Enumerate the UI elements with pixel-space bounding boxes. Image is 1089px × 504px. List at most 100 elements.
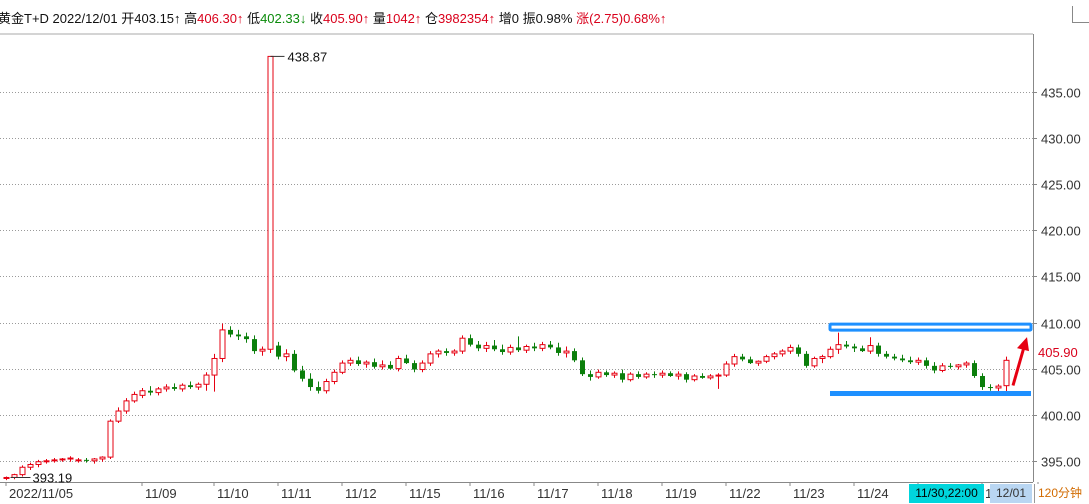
candle-body [244,336,249,340]
candle-body [107,420,114,458]
candle-body [948,365,953,367]
candle-body [172,387,177,389]
candle-body [339,362,346,373]
candle-body [27,463,34,468]
candle-body [11,474,18,478]
y-tick-label: 410.00 [1041,317,1081,332]
candle-body [516,347,521,351]
candle-body [620,373,625,380]
candle-body [331,371,338,383]
candle-body [131,393,138,402]
y-tick-label: 415.00 [1041,270,1081,285]
candle-body [379,364,386,368]
x-tick-label: 2022/11/05 [9,486,73,501]
candle-body [395,357,402,370]
candle-body [188,385,193,388]
candlestick-chart: 438.87 393.19 435.00 430.00 425.00 420.00 415… [0,33,1081,501]
x-tick-label: 11/12 [345,486,377,501]
candle-body [835,344,842,350]
candle-body [412,363,417,370]
min-price-label: 393.19 [33,470,73,485]
support-line [830,391,1031,397]
candle-body [723,363,730,376]
candle-body [195,383,202,388]
candle-body [955,364,962,368]
candle-body [556,347,561,353]
candle-body [796,347,801,354]
candle-body [595,371,602,378]
candle-body [876,345,881,354]
candle-body [963,362,970,366]
candle-body [684,374,689,380]
candle-body [67,457,74,460]
candle-body [995,385,1002,389]
candle-body [636,374,641,377]
candle-body [483,345,490,349]
x-tick-label: 11/16 [473,486,505,501]
last-price-tag: 405.90 [1038,344,1089,362]
candle-body [1003,359,1010,387]
candle-body [988,387,993,389]
candle-body [308,378,313,388]
candle-body [59,458,66,461]
candle-body [675,373,682,377]
candle-body [3,476,10,479]
candle-body [827,348,834,358]
candle-body [276,345,281,357]
candle-body [203,374,210,385]
candle-body [652,374,657,376]
candle-body [292,353,297,371]
candle-body [476,344,481,349]
candle-body [627,373,634,381]
candle-body [211,357,218,376]
x-tick-label: 11/19 [665,486,697,501]
candle-body [844,344,849,347]
candle-body [779,350,786,355]
period-selector[interactable]: 120分钟 [1034,484,1089,503]
candle-body [731,356,738,365]
candle-body [580,360,585,375]
candle-body [236,334,241,337]
y-tick-label: 395.00 [1041,455,1081,470]
candle-body [43,460,50,463]
candle-body [980,375,985,388]
candle-body [892,356,897,359]
candle-body [939,365,946,371]
candle-body [99,456,106,460]
candle-body [19,466,26,476]
candle-body [763,356,770,362]
candle-body [283,353,290,358]
candle-body [932,365,937,371]
candle-body [468,338,473,345]
x-tick-label: 11/09 [145,486,177,501]
candle-body [316,387,321,391]
candle-body [507,346,514,353]
candle-body [388,364,393,369]
candle-body [179,384,186,390]
x-tick-label: 11/22 [729,486,761,501]
candle-body [523,345,530,351]
candle-body [700,375,705,378]
candle-body [500,349,505,353]
candle-body [707,375,714,379]
y-tick-label: 400.00 [1041,409,1081,424]
candle-body [972,363,977,376]
resistance-line [828,322,1033,332]
x-tick-label: 11/23 [793,486,825,501]
candle-body [819,356,826,359]
candle-body [267,55,274,350]
candle-body [323,381,330,392]
candle-body [563,350,570,354]
x-tick-label: 11/24 [857,486,889,501]
candle-body [347,359,354,364]
y-tick-label: 425.00 [1041,178,1081,193]
candle-body [435,350,442,355]
candle-body [715,374,722,377]
x-tick-label: 11/11 [281,486,312,501]
candle-body [148,390,153,393]
x-tick-label: 11/15 [409,486,441,501]
x-tick-label: 11/10 [217,486,249,501]
candle-body [811,357,818,367]
candle-body [915,359,922,363]
candle-body [139,390,146,396]
